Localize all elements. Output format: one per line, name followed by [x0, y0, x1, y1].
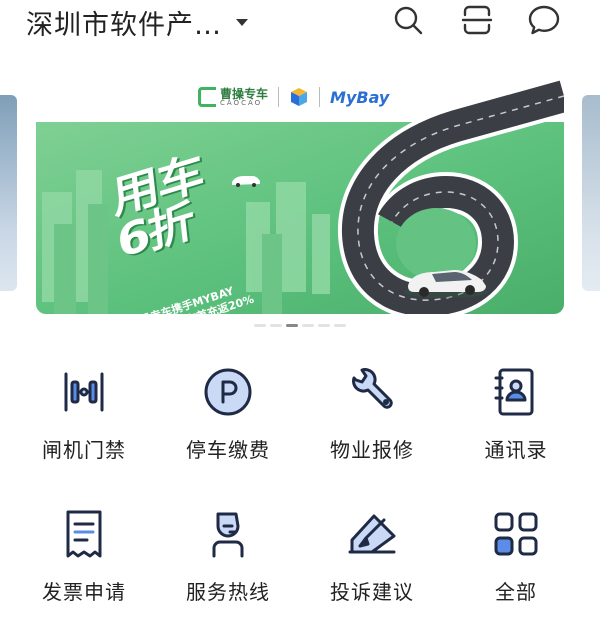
- service-gate-access[interactable]: 闸机门禁: [12, 360, 156, 480]
- service-repair[interactable]: 物业报修: [300, 360, 444, 480]
- carousel-next-card[interactable]: [582, 95, 600, 291]
- logo-divider: [278, 87, 280, 107]
- contacts-book-icon: [488, 364, 544, 420]
- parking-icon: [200, 364, 256, 420]
- service-hotline[interactable]: 服务热线: [156, 502, 300, 622]
- service-complaint[interactable]: 投诉建议: [300, 502, 444, 622]
- carousel-dot[interactable]: [318, 324, 330, 327]
- service-label: 通讯录: [484, 438, 548, 462]
- logo-divider: [319, 87, 321, 107]
- service-label: 发票申请: [42, 580, 126, 604]
- wrench-icon: [344, 364, 400, 420]
- scan-icon[interactable]: [459, 2, 495, 38]
- hotline-agent-icon: [200, 506, 256, 562]
- page-title: 深圳市软件产…: [26, 9, 222, 41]
- message-icon[interactable]: [526, 2, 562, 38]
- carousel-dot[interactable]: [302, 324, 314, 327]
- park-selector[interactable]: 深圳市软件产…: [26, 2, 248, 42]
- carousel-dot[interactable]: [270, 324, 282, 327]
- service-label: 物业报修: [330, 438, 414, 462]
- service-label: 闸机门禁: [42, 438, 126, 462]
- complaint-edit-icon: [344, 506, 400, 562]
- invoice-icon: [56, 506, 112, 562]
- caocao-logo-mark: [198, 87, 216, 107]
- service-invoice[interactable]: 发票申请: [12, 502, 156, 622]
- service-contacts[interactable]: 通讯录: [444, 360, 588, 480]
- caocao-logo-cn: 曹操专车: [220, 86, 269, 101]
- promo-banner[interactable]: 曹操专车 CAOCAO MyBay 用车 6折 曹操专车携手MYBAY 园区企业…: [36, 74, 564, 314]
- carousel-dot[interactable]: [254, 324, 266, 327]
- search-icon[interactable]: [390, 2, 426, 38]
- service-label: 全部: [495, 580, 537, 604]
- partner-logos: 曹操专车 CAOCAO MyBay: [198, 84, 389, 110]
- chevron-down-icon: [236, 18, 248, 26]
- caocao-logo-en: CAOCAO: [220, 98, 263, 107]
- mybay-logo: MyBay: [330, 87, 390, 107]
- carousel-prev-card[interactable]: [0, 95, 17, 291]
- service-label: 服务热线: [186, 580, 270, 604]
- carousel-dot-active[interactable]: [286, 324, 298, 327]
- all-apps-icon: [488, 506, 544, 562]
- service-label: 停车缴费: [186, 438, 270, 462]
- park-cube-logo-icon: [291, 88, 308, 106]
- carousel-pagination[interactable]: [254, 324, 346, 327]
- service-all[interactable]: 全部: [444, 502, 588, 622]
- carousel-dot[interactable]: [334, 324, 346, 327]
- gate-access-icon: [56, 364, 112, 420]
- service-label: 投诉建议: [330, 580, 414, 604]
- app-header: 深圳市软件产…: [0, 0, 600, 56]
- caocao-logo: 曹操专车 CAOCAO: [198, 87, 268, 107]
- service-parking[interactable]: 停车缴费: [156, 360, 300, 480]
